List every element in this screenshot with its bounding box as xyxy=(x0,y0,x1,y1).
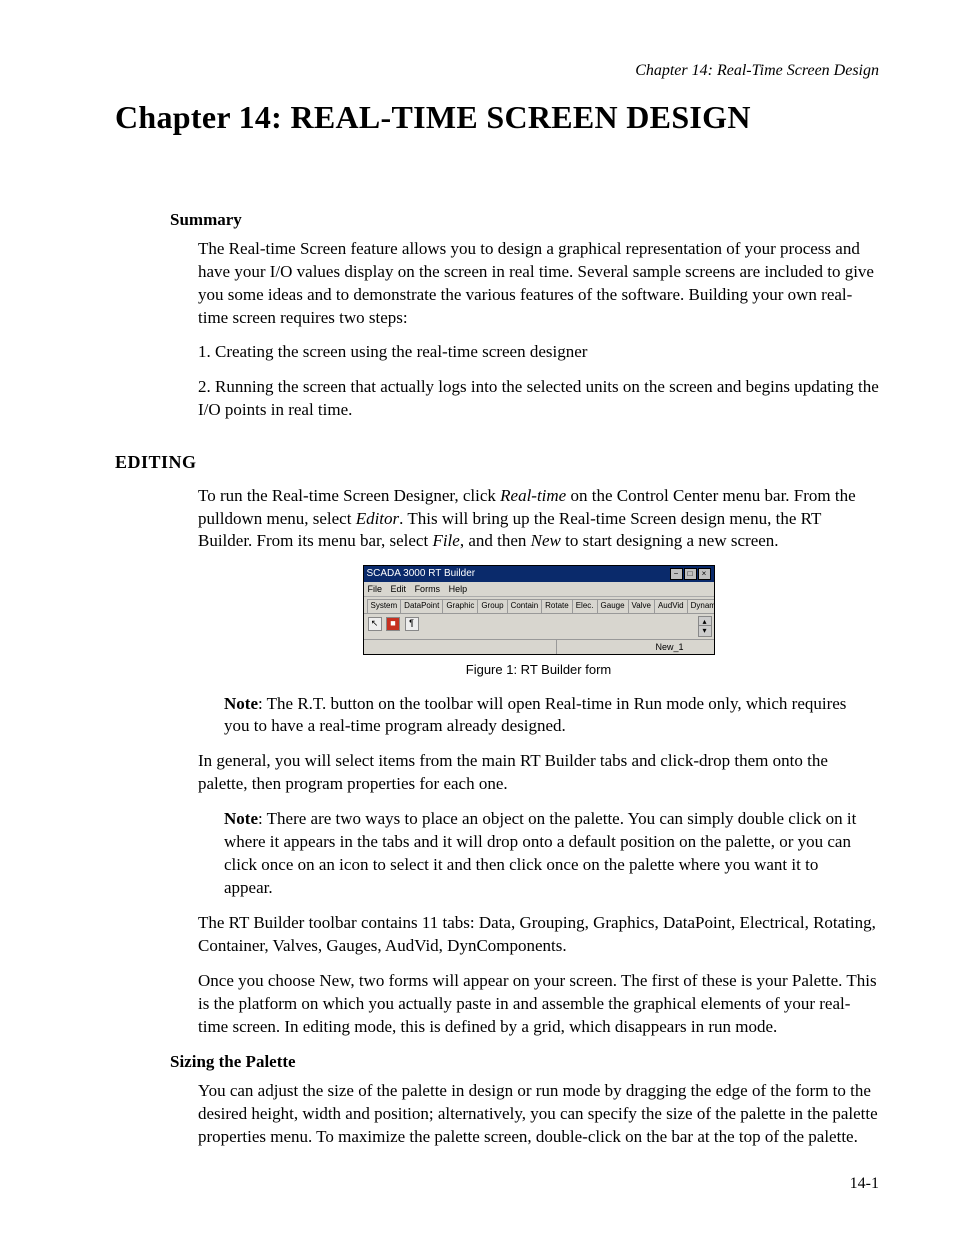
summary-intro: The Real-time Screen feature allows you … xyxy=(198,238,879,330)
rt-builder-screenshot: SCADA 3000 RT Builder −□× File Edit Form… xyxy=(363,565,715,655)
chapter-title: Chapter 14: REAL-TIME SCREEN DESIGN xyxy=(115,96,879,139)
summary-heading: Summary xyxy=(170,209,879,232)
tab: Group xyxy=(477,599,507,613)
tab: Graphic xyxy=(442,599,478,613)
scroll-down-icon: ▾ xyxy=(698,625,712,637)
editing-tabs-list: The RT Builder toolbar contains 11 tabs:… xyxy=(198,912,879,958)
window-buttons: −□× xyxy=(669,567,711,581)
sizing-heading: Sizing the Palette xyxy=(170,1051,879,1074)
tab: DataPoint xyxy=(400,599,443,613)
menu-forms: Forms xyxy=(415,584,441,594)
tab: AudVid xyxy=(654,599,688,613)
t: New xyxy=(531,531,561,550)
toolbar-area: ↖ ■ ¶ ▴ ▾ xyxy=(364,614,714,639)
toolbar-icon-arrow: ↖ xyxy=(368,617,382,631)
t: To run the Real-time Screen Designer, cl… xyxy=(198,486,500,505)
editing-intro: To run the Real-time Screen Designer, cl… xyxy=(198,485,879,554)
tab: Elec. xyxy=(572,599,598,613)
menu-help: Help xyxy=(449,584,468,594)
note-label: Note xyxy=(224,694,258,713)
note-text: : There are two ways to place an object … xyxy=(224,809,856,897)
tab: Contain xyxy=(507,599,543,613)
maximize-icon: □ xyxy=(684,568,697,580)
note-label: Note xyxy=(224,809,258,828)
figure-caption: Figure 1: RT Builder form xyxy=(198,661,879,679)
note-text: : The R.T. button on the toolbar will op… xyxy=(224,694,846,736)
chapter-title-prefix: Chapter 14: xyxy=(115,99,290,135)
t: Real-time xyxy=(500,486,566,505)
tab: Dynamic xyxy=(687,599,714,613)
editing-heading: EDITING xyxy=(115,450,879,474)
chapter-title-main: REAL-TIME SCREEN DESIGN xyxy=(290,99,750,135)
running-head: Chapter 14: Real-Time Screen Design xyxy=(115,60,879,82)
t: File xyxy=(432,531,459,550)
tab: Gauge xyxy=(597,599,629,613)
tab: Rotate xyxy=(541,599,573,613)
t: , and then xyxy=(460,531,531,550)
t: Editor xyxy=(356,509,399,528)
menu-edit: Edit xyxy=(391,584,407,594)
editing-general: In general, you will select items from t… xyxy=(198,750,879,796)
note-2: Note: There are two ways to place an obj… xyxy=(224,808,869,900)
page-number: 14-1 xyxy=(850,1173,879,1195)
summary-step-2: 2. Running the screen that actually logs… xyxy=(198,376,879,422)
sizing-paragraph: You can adjust the size of the palette i… xyxy=(198,1080,879,1149)
status-bar: New_1 xyxy=(364,639,714,654)
menu-file: File xyxy=(368,584,383,594)
window-title: SCADA 3000 RT Builder xyxy=(367,567,476,581)
minimize-icon: − xyxy=(670,568,683,580)
editing-new-forms: Once you choose New, two forms will appe… xyxy=(198,970,879,1039)
toolbar-icon-red: ■ xyxy=(386,617,400,631)
tab: System xyxy=(367,599,402,613)
tab-strip: SystemDataPointGraphicGroupContainRotate… xyxy=(364,597,714,614)
note-1: Note: The R.T. button on the toolbar wil… xyxy=(224,693,869,739)
menu-bar: File Edit Forms Help xyxy=(364,582,714,597)
t: to start designing a new screen. xyxy=(561,531,779,550)
window-titlebar: SCADA 3000 RT Builder −□× xyxy=(364,566,714,582)
toolbar-icon-glyph: ¶ xyxy=(405,617,419,631)
tab: Valve xyxy=(628,599,655,613)
close-icon: × xyxy=(698,568,711,580)
summary-step-1: 1. Creating the screen using the real-ti… xyxy=(198,341,879,364)
